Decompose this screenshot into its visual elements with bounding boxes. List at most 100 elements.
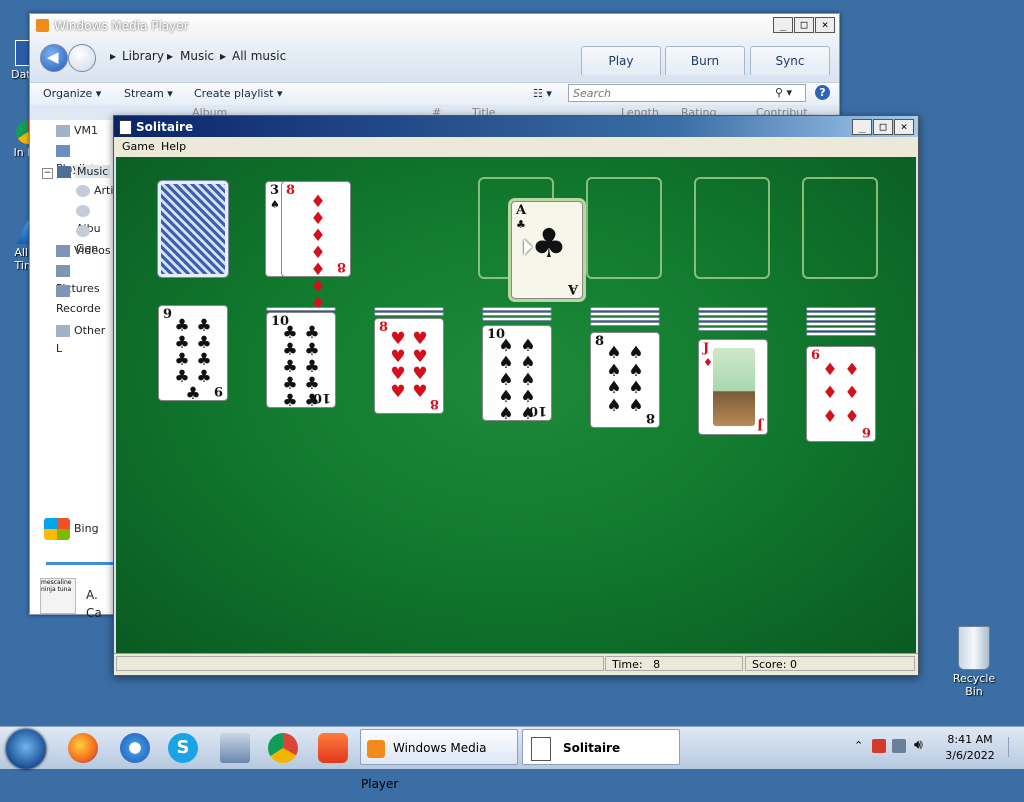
sidebar-item-artist[interactable]: Arti <box>76 182 113 200</box>
organize-menu[interactable]: Organize ▾ <box>43 87 101 100</box>
action-center-icon[interactable] <box>872 739 886 753</box>
score-display: Score: 0 <box>745 656 915 671</box>
tableau-card-3[interactable]: 8 ♥ ♥ ♥ ♥ ♥ ♥ ♥ ♥ 8 <box>374 318 444 414</box>
foundation-slot-2[interactable] <box>586 177 662 279</box>
wmp-sidebar: VM1 Playlists −Music Arti Albu Gen Video… <box>30 120 114 620</box>
sidebar-item-album[interactable]: Albu <box>76 202 114 235</box>
card-suit: ♣ <box>516 218 526 231</box>
sidebar-item-vm1[interactable]: VM1 <box>56 122 98 140</box>
bing-link[interactable]: Bing <box>44 518 99 540</box>
solitaire-window: Solitaire _ □ × Game Help 3 ♠ 8 ♦♦♦♦♦♦♦♦… <box>113 115 919 676</box>
menu-help[interactable]: Help <box>161 140 186 153</box>
sidebar-item-other-libraries[interactable]: Other L <box>56 322 114 355</box>
facedown-card <box>698 312 768 316</box>
breadcrumb-arrow-icon: ▸ <box>167 49 174 63</box>
dragging-card[interactable]: A ♣ ♣ A <box>511 201 583 299</box>
network-computer-icon[interactable] <box>220 733 250 763</box>
sidebar-item-music[interactable]: − Music <box>42 163 111 181</box>
taskbar-solitaire[interactable]: Solitaire <box>522 729 680 765</box>
volume-icon[interactable]: 🔊︎ <box>914 737 923 753</box>
card-suit: ♦ <box>703 356 713 369</box>
tableau-card-5[interactable]: 8 ♠ ♠ ♠ ♠ ♠ ♠ ♠ ♠ 8 <box>590 332 660 428</box>
breadcrumb-arrow-icon: ▸ <box>220 49 227 63</box>
facedown-card <box>590 322 660 326</box>
minimize-button[interactable]: _ <box>773 17 793 33</box>
sidebar-item-playlists[interactable]: Playlists <box>56 142 114 175</box>
wmp-toolbar: Organize ▾ Stream ▾ Create playlist ▾ ☷ … <box>30 82 839 105</box>
close-button[interactable]: × <box>894 119 914 135</box>
time-display: Time: 8 <box>605 656 743 671</box>
tab-play[interactable]: Play <box>581 46 661 75</box>
close-button[interactable]: × <box>815 17 835 33</box>
maximize-button[interactable]: □ <box>873 119 893 135</box>
maximize-button[interactable]: □ <box>794 17 814 33</box>
wmp-titlebar[interactable]: Windows Media Player _ □ × <box>30 14 839 38</box>
card-rank-bottom: J <box>756 417 763 432</box>
facedown-card <box>590 307 660 311</box>
taskbar-wmp[interactable]: Windows Media Player <box>360 729 518 791</box>
minimize-button[interactable]: _ <box>852 119 872 135</box>
progress-divider <box>46 562 114 565</box>
back-button[interactable]: ◀ <box>40 44 68 72</box>
tableau-card-6[interactable]: J ♦ J <box>698 339 768 435</box>
card-rank-bottom: 8 <box>429 396 439 411</box>
internet-explorer-icon[interactable] <box>120 733 150 763</box>
card-pips: ♦♦♦♦♦♦♦♦ <box>310 192 326 330</box>
tableau-card-1[interactable]: 9 ♣ ♣ ♣ ♣ ♣ ♣ ♣ ♣ ♣ 9 <box>158 305 228 403</box>
tableau-card-2[interactable]: 10 ♣ ♣ ♣ ♣ ♣ ♣ ♣ ♣ ♣ ♣ 10 <box>266 312 336 410</box>
start-button[interactable] <box>6 729 46 769</box>
album-icon <box>76 205 90 217</box>
card-rank-bottom: 8 <box>336 259 346 274</box>
card-rank-bottom: 8 <box>645 410 655 425</box>
forward-button[interactable] <box>68 44 96 72</box>
sidebar-item-recorded[interactable]: Recorde <box>56 282 114 315</box>
show-hidden-icons-button[interactable]: ⌃ <box>854 739 863 752</box>
waste-card[interactable]: 8 ♦♦♦♦♦♦♦♦ 8 <box>281 181 351 330</box>
collapse-icon[interactable]: − <box>42 168 53 179</box>
brave-icon[interactable] <box>318 733 348 763</box>
card-rank: 3 <box>270 183 280 198</box>
menu-game[interactable]: Game <box>122 140 155 153</box>
facedown-card <box>590 312 660 316</box>
other-libraries-icon <box>56 325 70 337</box>
sidebar-item-videos[interactable]: Videos <box>56 242 111 260</box>
breadcrumb-music[interactable]: Music <box>180 49 214 63</box>
library-icon <box>56 125 70 137</box>
tableau-card-7[interactable]: 6 ♦ ♦ ♦ ♦ ♦ ♦ 6 <box>806 346 876 442</box>
card-rank: A <box>516 203 527 218</box>
breadcrumb-all-music[interactable]: All music <box>232 49 286 63</box>
tab-sync[interactable]: Sync <box>750 46 830 75</box>
genre-icon <box>76 225 90 237</box>
help-icon[interactable]: ? <box>815 85 830 100</box>
wmp-title: Windows Media Player <box>54 19 189 33</box>
show-desktop-button[interactable] <box>1008 737 1021 757</box>
search-input[interactable]: Search <box>568 84 806 102</box>
sidebar-item-genre[interactable]: Gen <box>76 222 114 255</box>
tab-burn[interactable]: Burn <box>665 46 745 75</box>
facedown-card <box>482 312 552 316</box>
sidebar-item-pictures[interactable]: Pictures <box>56 262 114 295</box>
desktop-icon-recycle-bin[interactable]: Recycle Bin <box>944 626 1004 698</box>
card-pips: ♠ ♠ ♠ ♠ ♠ ♠ ♠ ♠ ♠ ♠ <box>498 336 536 424</box>
breadcrumb-library[interactable]: Library <box>122 49 164 63</box>
foundation-slot-4[interactable] <box>802 177 878 279</box>
facedown-card <box>698 307 768 311</box>
clock-time[interactable]: 8:41 AM <box>942 733 998 746</box>
firefox-icon[interactable] <box>68 733 98 763</box>
solitaire-titlebar[interactable]: Solitaire _ □ × <box>114 116 918 137</box>
stock-pile[interactable] <box>157 180 229 278</box>
create-playlist-menu[interactable]: Create playlist ▾ <box>194 87 283 100</box>
album-art-thumbnail[interactable]: mescaline ninja tuna <box>40 578 76 614</box>
recycle-bin-icon <box>958 626 990 670</box>
tableau-card-4[interactable]: 10 ♠ ♠ ♠ ♠ ♠ ♠ ♠ ♠ ♠ ♠ 10 <box>482 325 552 424</box>
skype-icon[interactable]: S <box>168 733 198 763</box>
foundation-slot-3[interactable] <box>694 177 770 279</box>
clock-date[interactable]: 3/6/2022 <box>942 749 998 762</box>
facedown-card <box>806 312 876 316</box>
chrome-icon[interactable] <box>268 733 298 763</box>
search-icon[interactable]: ⚲ ▾ <box>775 86 792 99</box>
view-options-icon[interactable]: ☷ ▾ <box>533 87 552 100</box>
network-icon[interactable] <box>892 739 906 753</box>
stream-menu[interactable]: Stream ▾ <box>124 87 173 100</box>
card-rank-bottom: 9 <box>213 383 223 398</box>
